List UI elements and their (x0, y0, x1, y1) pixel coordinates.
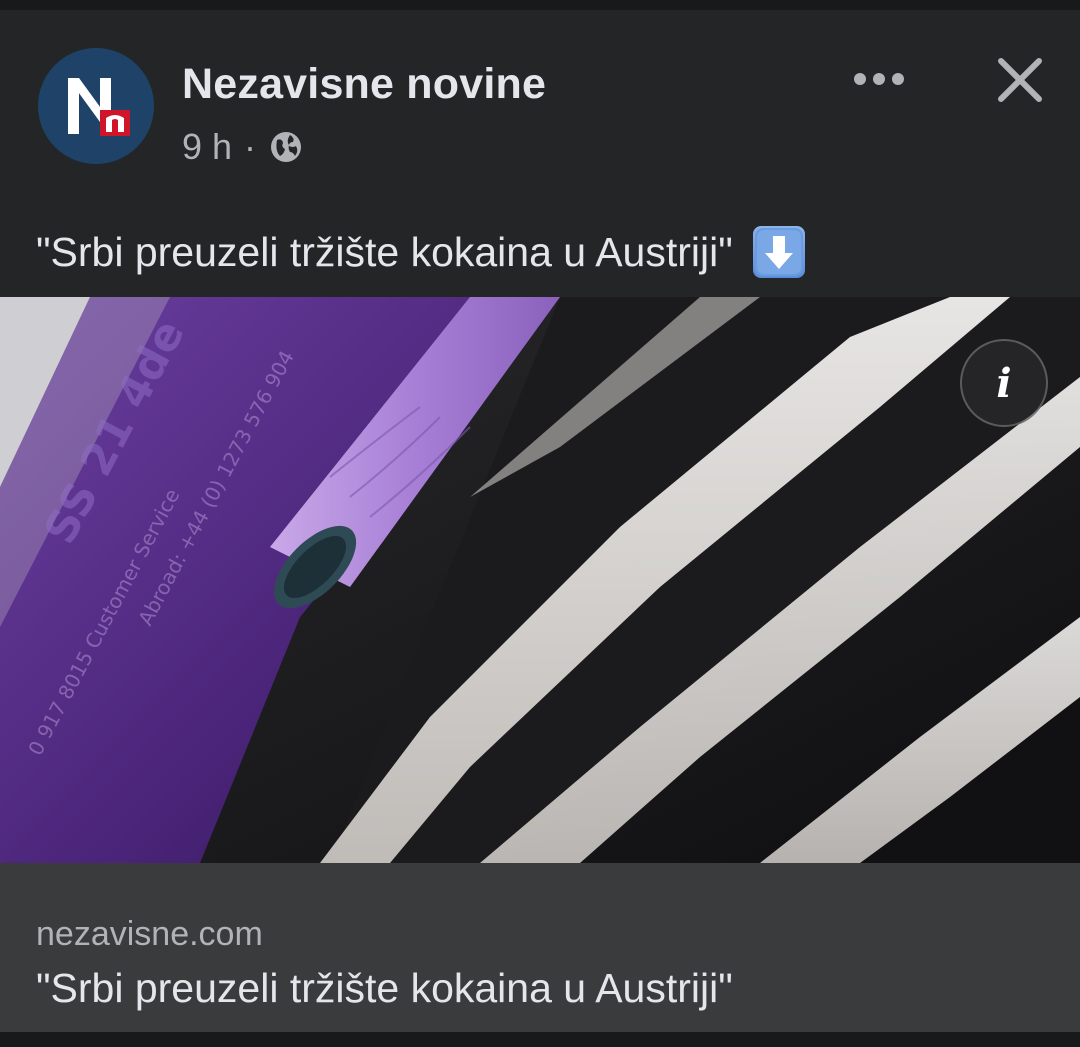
article-image: SS 21 4de Abroad: +44 (0) 1273 576 904 0… (0, 297, 1080, 863)
link-domain: nezavisne.com (36, 915, 263, 953)
post-photo[interactable]: SS 21 4de Abroad: +44 (0) 1273 576 904 0… (0, 297, 1080, 863)
link-title: "Srbi preuzeli tržište kokaina u Austrij… (36, 965, 733, 1011)
meta-separator: · (244, 126, 257, 167)
post-time[interactable]: 9 h (182, 126, 232, 168)
post-text-content: "Srbi preuzeli tržište kokaina u Austrij… (36, 228, 733, 275)
top-divider (0, 0, 1080, 10)
close-button[interactable] (988, 48, 1052, 112)
nezavisne-logo-icon (38, 48, 154, 164)
post-meta: 9 h · (182, 124, 304, 170)
down-arrow-emoji-icon (752, 226, 805, 278)
link-preview-card[interactable]: nezavisne.com "Srbi preuzeli tržište kok… (0, 863, 1080, 1032)
bottom-divider (0, 1032, 1080, 1047)
info-icon: i (996, 359, 1012, 407)
more-options-button[interactable] (846, 54, 912, 104)
more-horizontal-icon (854, 73, 904, 85)
close-icon (998, 58, 1042, 102)
page-avatar[interactable] (38, 48, 154, 164)
page-name[interactable]: Nezavisne novine (182, 60, 546, 109)
feed-post: Nezavisne novine 9 h · "Srbi preuzeli tr… (0, 10, 1080, 1032)
post-text: "Srbi preuzeli tržište kokaina u Austrij… (36, 226, 805, 278)
globe-icon (268, 129, 304, 165)
image-info-button[interactable]: i (960, 339, 1048, 427)
